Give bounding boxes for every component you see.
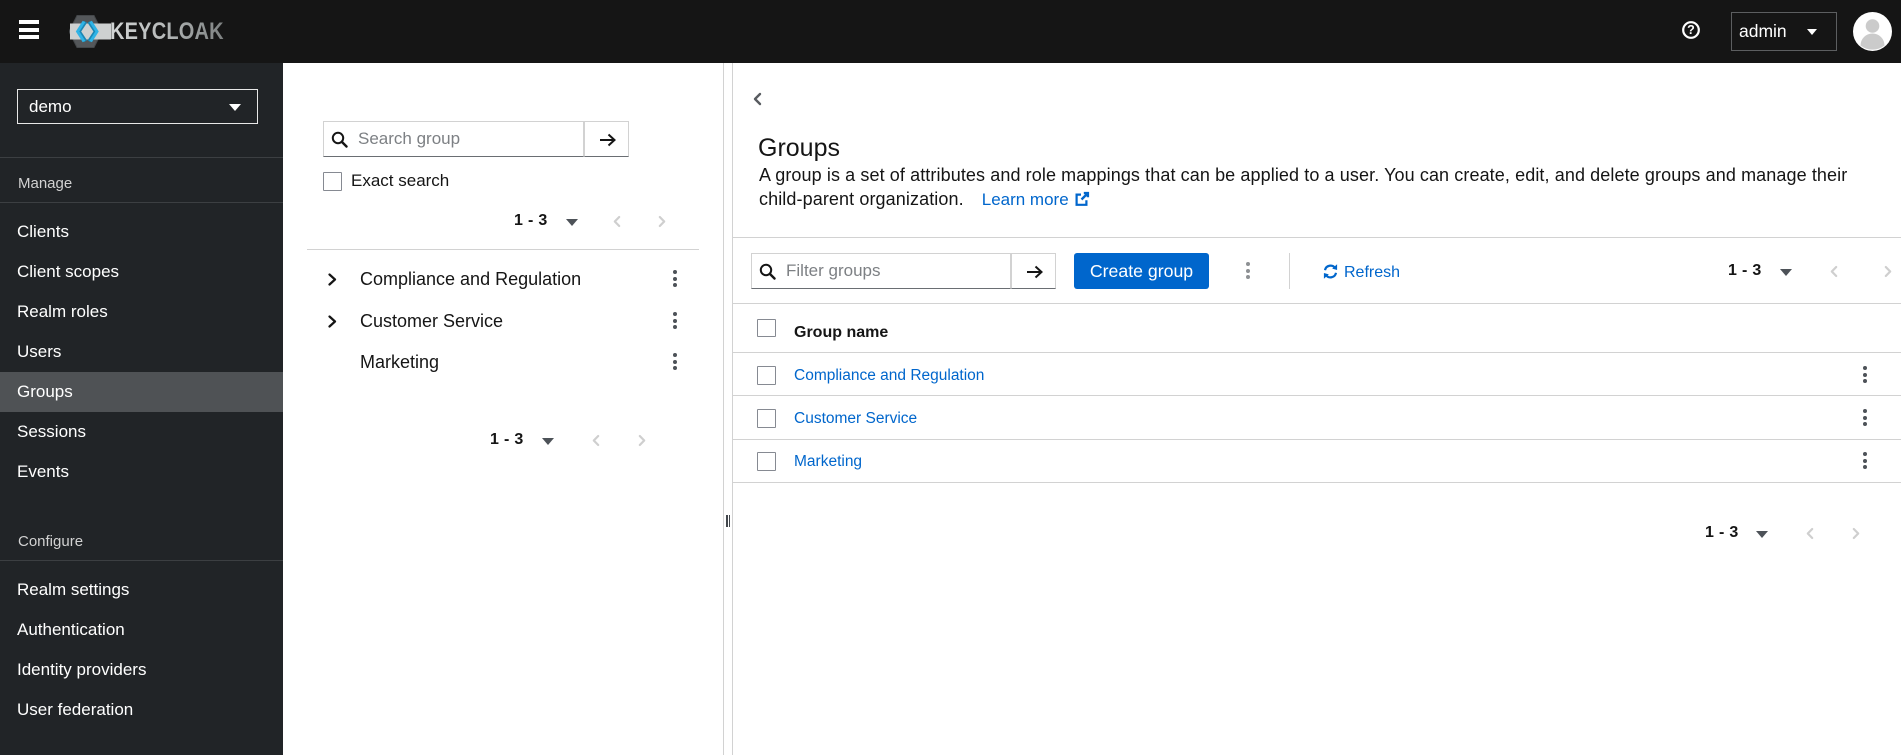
svg-text:?: ? xyxy=(1687,23,1695,37)
